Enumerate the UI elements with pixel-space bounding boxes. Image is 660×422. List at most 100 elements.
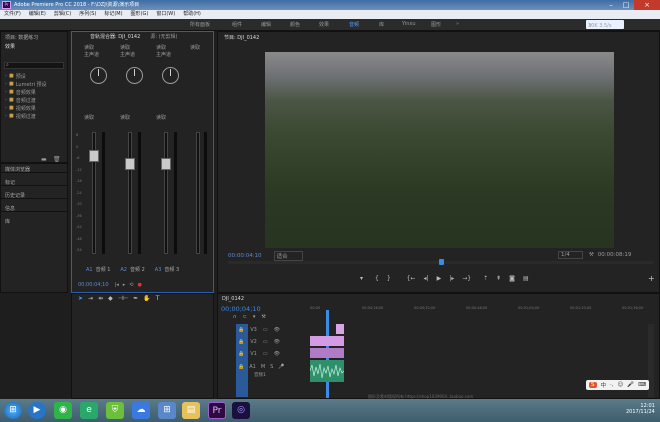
master-mode-select[interactable]: 读取	[190, 44, 212, 51]
workspace-tab-yinxu[interactable]: Yinxu	[402, 21, 416, 27]
menu-marker[interactable]: 标记(M)	[104, 10, 122, 19]
track-lock-icon[interactable]: 🔒	[238, 327, 244, 333]
after-effects-icon[interactable]: ◎	[232, 402, 250, 419]
bus-select[interactable]: 主声道	[84, 51, 114, 58]
volume-fader-master[interactable]	[196, 132, 200, 254]
add-marker-icon[interactable]: ▾	[360, 275, 363, 282]
pan-knob[interactable]	[126, 67, 143, 84]
menu-help[interactable]: 帮助(H)	[183, 10, 201, 19]
history-tab[interactable]: 历史记录	[1, 190, 67, 199]
extract-icon[interactable]: ⇞	[496, 275, 501, 282]
razor-tool-icon[interactable]: ◆	[108, 295, 113, 302]
workspace-tab-effects[interactable]: 效果	[319, 21, 329, 28]
program-monitor-tab[interactable]: 节目: DJI_0142	[218, 32, 659, 41]
go-to-in-icon[interactable]: |◂	[115, 282, 119, 288]
wrench-icon[interactable]: ⚒	[261, 314, 265, 320]
effects-search-input[interactable]: ⌕	[4, 62, 64, 69]
browser-icon[interactable]: e	[80, 402, 98, 419]
markers-tab[interactable]: 标记	[1, 177, 67, 186]
snap-icon[interactable]: ∩	[233, 314, 237, 320]
menu-graphics[interactable]: 图形(G)	[131, 10, 149, 19]
track-id-v1[interactable]: V1	[250, 351, 257, 357]
folder-item-lumetri[interactable]: › ■ Lumetri 预设	[5, 80, 47, 88]
timeline-sequence-tab[interactable]: DJI_0142	[218, 294, 659, 303]
track-id-v3[interactable]: V3	[250, 327, 257, 333]
add-marker-icon[interactable]: ▾	[253, 314, 256, 320]
minimize-icon[interactable]: –	[604, 0, 618, 10]
delete-icon[interactable]: 🗑	[53, 156, 61, 163]
channel-name-a3[interactable]: 音频 3	[164, 266, 179, 273]
go-to-out-icon[interactable]: →}	[462, 275, 471, 282]
workspace-overflow-icon[interactable]: »	[456, 21, 459, 27]
emoji-icon[interactable]: ☺	[618, 382, 624, 388]
sogou-ime-icon[interactable]: S	[589, 382, 597, 388]
loop-icon[interactable]: ⟲	[129, 282, 133, 288]
video-clip-v1[interactable]	[310, 348, 344, 358]
ime-language[interactable]: 中	[601, 381, 607, 389]
pen-tool-icon[interactable]: ✒	[133, 295, 138, 302]
slip-tool-icon[interactable]: ⊣⊢	[118, 295, 128, 302]
fader-handle-a2[interactable]	[125, 158, 135, 170]
button-editor-plus-icon[interactable]: +	[648, 274, 655, 283]
mute-button[interactable]: M	[261, 364, 265, 370]
comparison-view-icon[interactable]: ▤	[523, 275, 529, 282]
eye-icon[interactable]: 👁	[274, 339, 280, 345]
wrench-icon[interactable]: ⚒	[589, 252, 594, 258]
track-lock-icon[interactable]: 🔒	[238, 339, 244, 345]
effects-tab[interactable]: 效果	[1, 41, 67, 50]
microphone-icon[interactable]: 🎤	[627, 382, 634, 388]
project-panel-title[interactable]: 项目: 数据练习	[1, 32, 67, 41]
bus-select[interactable]: 主声道	[120, 51, 150, 58]
new-bin-icon[interactable]: ▬	[41, 156, 47, 163]
graphic-clip-v3[interactable]	[336, 324, 344, 334]
program-playhead[interactable]	[438, 259, 444, 265]
clock[interactable]: 12:01 2017/11/24	[626, 403, 655, 415]
track-id-v2[interactable]: V2	[250, 339, 257, 345]
workspace-tab-assembly[interactable]: 组件	[232, 21, 242, 28]
lift-icon[interactable]: ⇡	[483, 275, 488, 282]
wechat-icon[interactable]: ◉	[54, 402, 72, 419]
fader-handle-a1[interactable]	[89, 150, 99, 162]
output-select[interactable]: 读取	[84, 44, 114, 51]
shield-icon[interactable]: ⛨	[106, 402, 124, 419]
bus-select[interactable]: 主声道	[156, 51, 186, 58]
menu-edit[interactable]: 编辑(E)	[29, 10, 46, 19]
linked-selection-icon[interactable]: ⊂	[243, 314, 247, 320]
start-orb-icon[interactable]: ⊞	[4, 402, 22, 419]
close-icon[interactable]: ×	[634, 0, 660, 10]
ripple-edit-tool-icon[interactable]: ⇹	[98, 295, 103, 302]
eye-icon[interactable]: 👁	[274, 327, 280, 333]
folder-item-video-effects[interactable]: › ■ 视频效果	[5, 104, 47, 112]
premiere-icon[interactable]: Pr	[208, 402, 226, 419]
workspace-tab-editing[interactable]: 编辑	[261, 21, 271, 28]
workspace-tab-libraries[interactable]: 库	[379, 21, 384, 28]
automation-mode-select[interactable]: 读取	[120, 114, 150, 121]
workspace-tab-audio[interactable]: 音频	[349, 21, 359, 28]
step-forward-icon[interactable]: |▸	[449, 275, 454, 282]
channel-name-a1[interactable]: 音频 1	[96, 266, 111, 273]
eye-icon[interactable]: 👁	[274, 351, 280, 357]
maximize-icon[interactable]: □	[619, 0, 633, 10]
menu-clip[interactable]: 剪辑(C)	[54, 10, 71, 19]
fader-handle-a3[interactable]	[161, 158, 171, 170]
type-tool-icon[interactable]: T	[156, 295, 160, 302]
folder-item-audio-effects[interactable]: › ■ 音频效果	[5, 88, 47, 96]
go-to-in-icon[interactable]: {←	[407, 275, 416, 282]
solo-button[interactable]: S	[270, 364, 273, 370]
menu-window[interactable]: 窗口(W)	[156, 10, 175, 19]
menu-file[interactable]: 文件(F)	[4, 10, 21, 19]
play-icon[interactable]: ▶	[437, 275, 442, 282]
program-playhead-timecode[interactable]: 00:00:04:10	[228, 253, 262, 259]
program-video-frame[interactable]	[265, 52, 614, 248]
volume-fader-a3[interactable]	[164, 132, 168, 254]
baidu-icon[interactable]: ☁	[132, 402, 150, 419]
record-icon[interactable]: ●	[137, 282, 141, 288]
video-clip-v2[interactable]	[310, 336, 344, 346]
time-ruler[interactable]: 00;00 00;00;16;00 00;00;32;00 00;00;48;0…	[310, 306, 660, 316]
sync-lock-icon[interactable]: ▭	[263, 339, 268, 345]
folder-item-presets[interactable]: › ■ 预设	[5, 72, 47, 80]
explorer-icon[interactable]: ▤	[182, 402, 200, 419]
media-browser-tab[interactable]: 媒体浏览器	[1, 164, 67, 173]
folder-item-audio-transitions[interactable]: › ■ 音频过渡	[5, 96, 47, 104]
fit-select[interactable]: 适合	[273, 251, 303, 261]
